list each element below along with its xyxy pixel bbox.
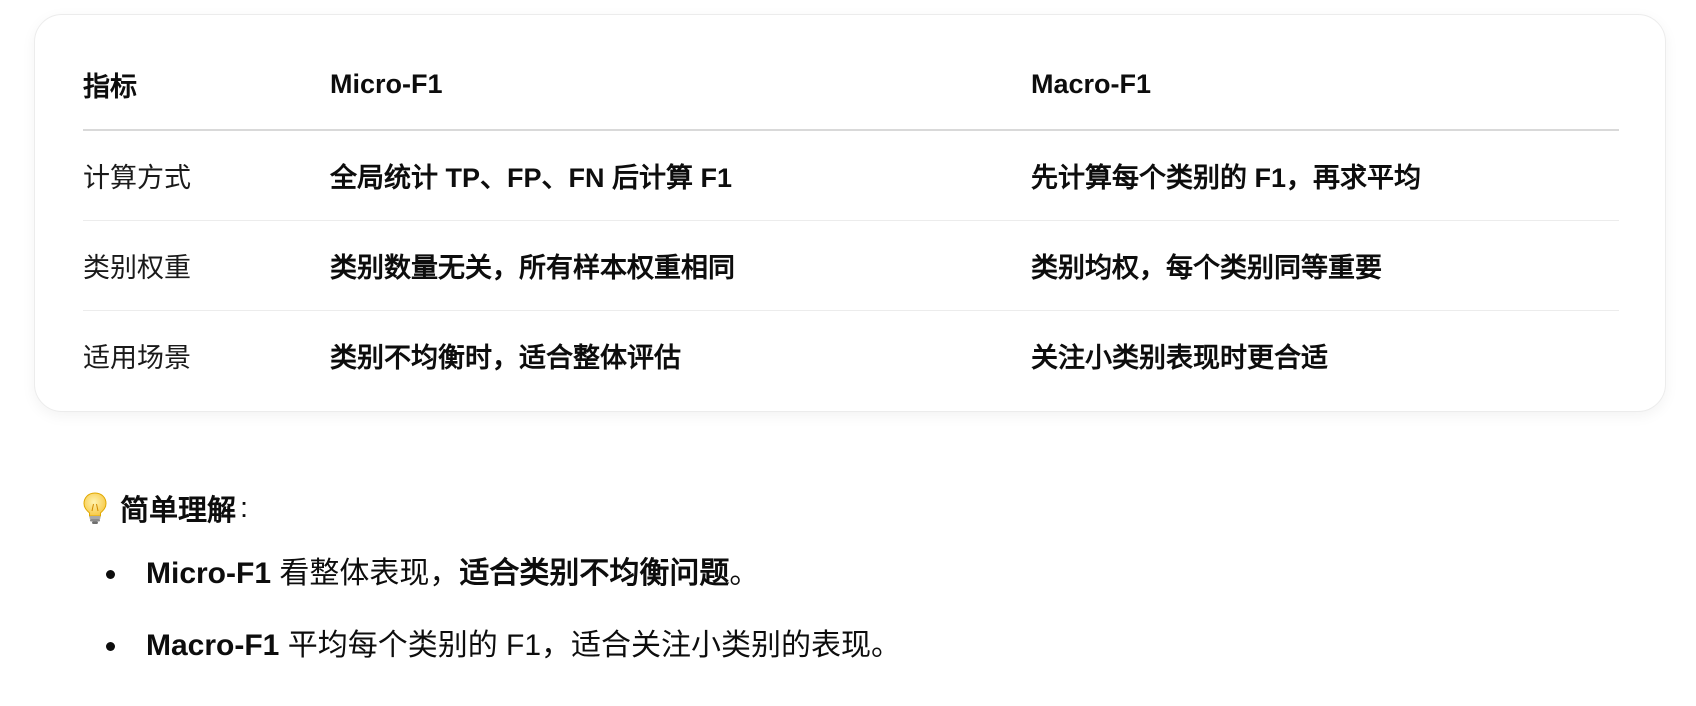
header-macro-f1: Macro-F1	[1031, 39, 1619, 131]
header-micro-f1: Micro-F1	[330, 39, 1031, 131]
row-metric: 适用场景	[83, 343, 191, 373]
row-micro: 类别数量无关，所有样本权重相同	[330, 220, 1031, 311]
lightbulb-icon	[82, 491, 108, 525]
table-row: 计算方式 全局统计 TP、FP、FN 后计算 F1 先计算每个类别的 F1，再求…	[83, 130, 1619, 221]
row-metric: 计算方式	[83, 130, 330, 221]
table-row: 类别权重 类别数量无关，所有样本权重相同 类别均权，每个类别同等重要	[83, 220, 1619, 311]
bullet-text: 平均每个类别的 F1，适合关注小类别的表现。	[279, 629, 902, 662]
row-metric: 类别权重	[83, 220, 330, 311]
comparison-table-card: 指标 Micro-F1 Macro-F1 计算方式 全局统计 TP、FP、FN …	[34, 14, 1666, 412]
header-metric: 指标	[83, 39, 330, 131]
list-item: Macro-F1 平均每个类别的 F1，适合关注小类别的表现。	[0, 624, 901, 668]
tip-title: 简单理解	[120, 495, 237, 527]
bullet-term: Macro-F1	[146, 629, 280, 662]
row-micro: 类别不均衡时，适合整体评估	[330, 343, 681, 373]
bullet-term: Micro-F1	[146, 557, 272, 590]
bullet-emphasis: 适合类别不均衡问题	[459, 557, 730, 590]
table-row: 适用场景 类别不均衡时，适合整体评估 关注小类别表现时更合适	[83, 311, 1619, 401]
row-macro: 类别均权，每个类别同等重要	[1031, 220, 1619, 311]
bullet-text: 看整体表现，	[271, 557, 460, 590]
summary-list: Micro-F1 看整体表现，适合类别不均衡问题。 Macro-F1 平均每个类…	[0, 552, 901, 696]
comparison-table: 指标 Micro-F1 Macro-F1 计算方式 全局统计 TP、FP、FN …	[83, 39, 1619, 400]
row-macro: 关注小类别表现时更合适	[1031, 343, 1328, 373]
list-item: Micro-F1 看整体表现，适合类别不均衡问题。	[0, 552, 901, 596]
tip-heading: 简单理解 :	[82, 486, 248, 530]
tip-colon: :	[240, 491, 249, 524]
bullet-dot	[106, 642, 115, 651]
row-macro: 先计算每个类别的 F1，再求平均	[1031, 130, 1619, 221]
bullet-dot	[106, 570, 115, 579]
table-header-row: 指标 Micro-F1 Macro-F1	[83, 39, 1619, 131]
bullet-end: 。	[729, 557, 760, 590]
row-micro: 全局统计 TP、FP、FN 后计算 F1	[330, 130, 1031, 221]
